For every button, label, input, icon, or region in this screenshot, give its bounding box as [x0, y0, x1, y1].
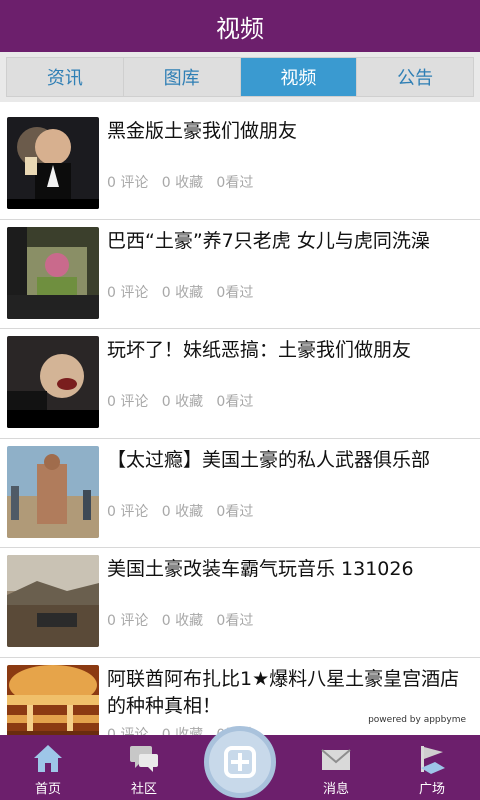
- video-thumbnail: [7, 445, 99, 538]
- video-title: 玩坏了！妹纸恶搞：土豪我们做朋友: [107, 339, 412, 361]
- video-title: 【太过瘾】美国土豪的私人武器俱乐部: [107, 448, 431, 471]
- title-bar: 视频: [0, 0, 480, 52]
- tab-news[interactable]: 资讯: [7, 58, 124, 96]
- video-thumbnail: [7, 555, 99, 647]
- powered-by: powered by appbyme: [368, 715, 466, 725]
- nav-messages[interactable]: 消息: [288, 735, 384, 800]
- nav-home-label: 首页: [34, 782, 61, 797]
- publish-button[interactable]: [204, 726, 276, 798]
- list-item[interactable]: 【太过瘾】美国土豪的私人武器俱乐部 0 评论 0 收藏 0看过: [0, 439, 480, 548]
- tab-announcements[interactable]: 公告: [357, 58, 473, 96]
- tab-bar: 资讯 图库 视频 公告: [0, 52, 480, 102]
- video-thumbnail: [7, 226, 99, 319]
- tab-gallery[interactable]: 图库: [124, 58, 241, 96]
- list-item[interactable]: 美国土豪改装车霸气玩音乐 131026 0 评论 0 收藏 0看过: [0, 548, 480, 658]
- video-stats: 0 评论 0 收藏 0看过: [107, 394, 254, 410]
- video-thumbnail: [7, 117, 99, 209]
- video-stats: 0 评论 0 收藏 0看过: [107, 503, 254, 520]
- video-thumbnail: [7, 336, 99, 428]
- video-stats: 0 评论 0 收藏 0看过: [107, 175, 254, 191]
- home-icon: [34, 745, 62, 772]
- video-title: 阿联酋阿布扎比1★爆料八星土豪皇宫酒店的种种真相！: [107, 667, 460, 717]
- nav-community-label: 社区: [130, 782, 157, 797]
- nav-square-label: 广场: [418, 782, 445, 797]
- nav-square[interactable]: 广场: [384, 735, 480, 800]
- list-item[interactable]: 玩坏了！妹纸恶搞：土豪我们做朋友 0 评论 0 收藏 0看过: [0, 329, 480, 439]
- nav-home[interactable]: 首页: [0, 735, 96, 800]
- video-stats: 0 评论 0 收藏 0看过: [107, 284, 254, 301]
- list-item[interactable]: 巴西“土豪”养7只老虎 女儿与虎同洗澡 0 评论 0 收藏 0看过: [0, 220, 480, 329]
- video-thumbnail: [7, 664, 99, 735]
- video-title: 美国土豪改装车霸气玩音乐 131026: [107, 558, 414, 580]
- video-list: 黑金版土豪我们做朋友 0 评论 0 收藏 0看过 巴西“土豪”养7只老虎 女儿与…: [0, 110, 480, 735]
- nav-messages-label: 消息: [322, 782, 349, 797]
- tab-video[interactable]: 视频: [240, 58, 358, 96]
- video-title: 巴西“土豪”养7只老虎 女儿与虎同洗澡: [107, 229, 430, 252]
- page-title: 视频: [216, 14, 264, 43]
- list-item[interactable]: 黑金版土豪我们做朋友 0 评论 0 收藏 0看过: [0, 110, 480, 220]
- chat-icon: [130, 746, 158, 772]
- mail-icon: [321, 749, 351, 770]
- plus-icon: [224, 746, 256, 778]
- video-stats: 0 评论 0 收藏 0看过: [107, 613, 254, 629]
- video-title: 黑金版土豪我们做朋友: [107, 120, 298, 142]
- nav-community[interactable]: 社区: [96, 735, 192, 800]
- flag-icon: [421, 746, 445, 774]
